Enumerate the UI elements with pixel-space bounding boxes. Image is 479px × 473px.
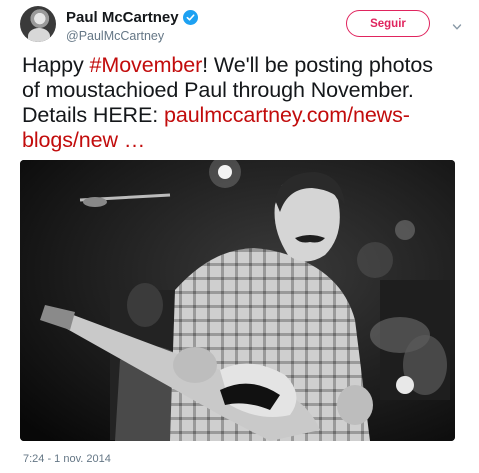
name-row: Paul McCartney [66, 8, 198, 26]
verified-badge-icon [182, 9, 198, 25]
author-handle[interactable]: @PaulMcCartney [66, 29, 198, 43]
author-name[interactable]: Paul McCartney [66, 9, 179, 26]
photo-illustration [20, 160, 455, 441]
tweet-photo[interactable] [20, 160, 455, 441]
avatar[interactable] [20, 6, 56, 42]
tweet-text-start: Happy [22, 53, 90, 77]
chevron-down-icon[interactable] [452, 19, 462, 30]
author-info: Paul McCartney @PaulMcCartney [66, 8, 198, 43]
follow-button[interactable]: Seguir [346, 10, 430, 37]
tweet-header: Paul McCartney @PaulMcCartney Seguir [20, 6, 462, 46]
hashtag-link[interactable]: #Movember [90, 53, 203, 77]
tweet-text: Happy #Movember! We'll be posting photos… [22, 53, 454, 153]
tweet-timestamp[interactable]: 7:24 - 1 nov. 2014 [23, 453, 111, 465]
tweet-card: Paul McCartney @PaulMcCartney Seguir Hap… [0, 0, 479, 473]
